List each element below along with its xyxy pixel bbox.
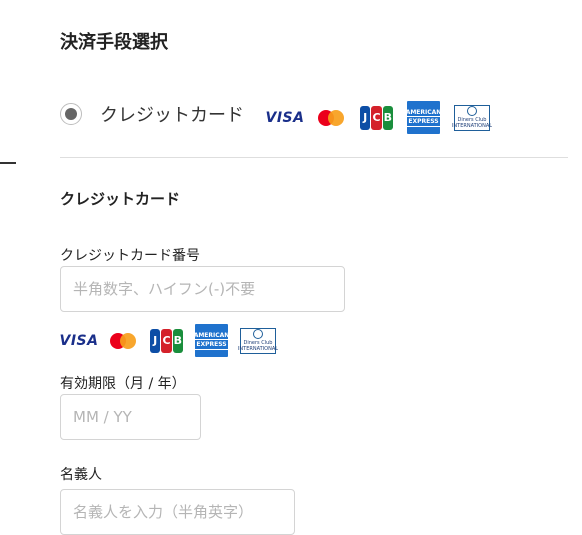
credit-card-radio[interactable] [60,103,82,125]
amex-logo: AMERICAN EXPRESS [406,101,441,134]
card-number-label: クレジットカード番号 [60,248,200,264]
visa-logo: VISA [265,109,305,126]
payment-option-label: クレジットカード [100,105,244,126]
mastercard-logo [316,108,346,128]
visa-logo: VISA [59,332,99,349]
jcb-logo: JCB [150,328,183,353]
section-divider [60,157,568,158]
payment-option-credit-card[interactable]: クレジットカード [60,96,244,132]
amex-logo: AMERICAN EXPRESS [194,324,229,357]
accepted-brands-header: VISA JCB AMERICAN EXPRESS Diners Club IN… [265,101,492,134]
page-title: 決済手段選択 [60,32,168,53]
edge-marker [0,162,16,164]
cardholder-input[interactable] [60,489,295,535]
cardholder-label: 名義人 [60,467,102,483]
radio-selected-dot [65,108,77,120]
expiry-input[interactable] [60,394,201,440]
diners-club-logo: Diners Club INTERNATIONAL [452,104,492,131]
card-number-input[interactable] [60,266,345,312]
diners-club-logo: Diners Club INTERNATIONAL [238,327,278,354]
jcb-logo: JCB [360,105,393,130]
accepted-brands-form: VISA JCB AMERICAN EXPRESS Diners Club IN… [59,324,278,357]
expiry-label: 有効期限（月 / 年） [60,376,186,392]
mastercard-logo [108,331,138,351]
credit-card-section-title: クレジットカード [60,190,181,208]
